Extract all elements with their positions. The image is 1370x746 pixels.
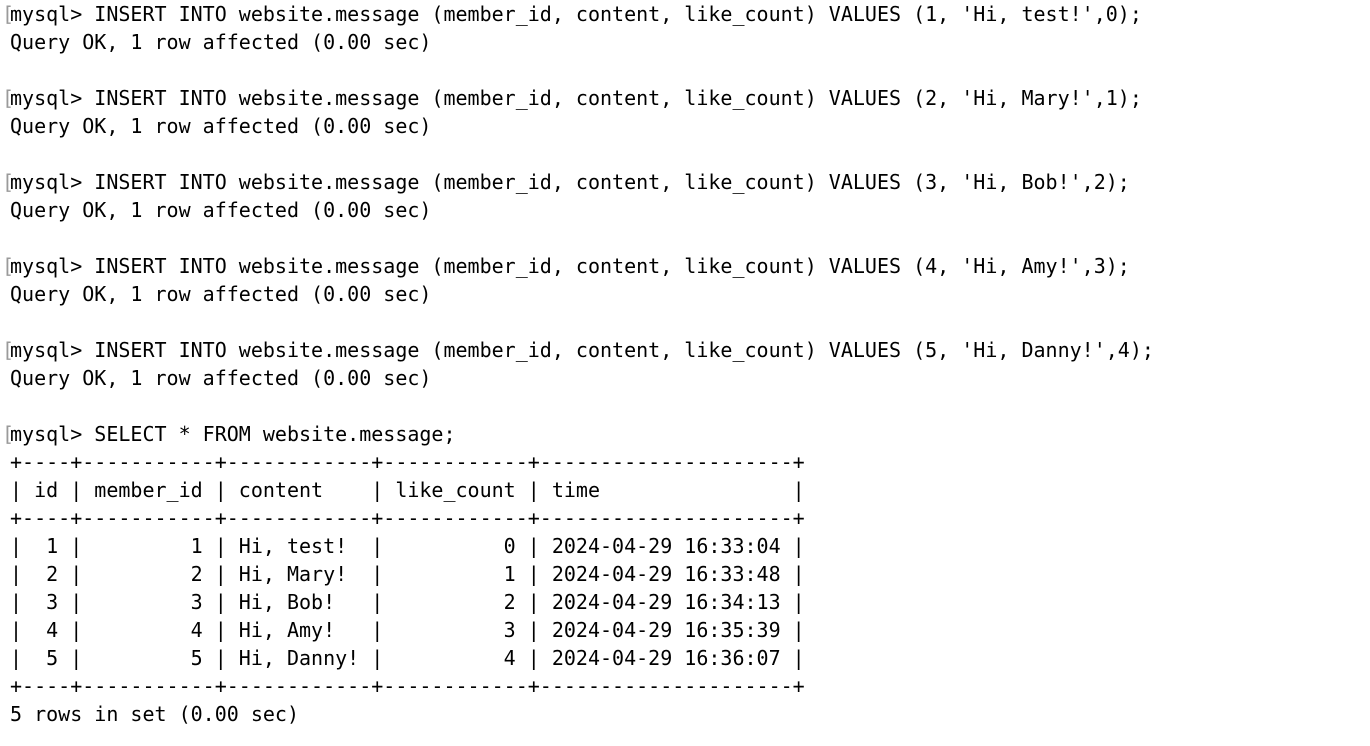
command-output: Query OK, 1 row affected (0.00 sec) bbox=[10, 30, 432, 54]
command-line: [mysql> INSERT INTO website.message (mem… bbox=[2, 84, 1370, 112]
table-border: +----+-----------+------------+---------… bbox=[10, 506, 805, 530]
command-output: Query OK, 1 row affected (0.00 sec) bbox=[10, 282, 432, 306]
command-text: mysql> SELECT * FROM website.message; bbox=[10, 422, 456, 446]
table-border: +----+-----------+------------+---------… bbox=[10, 674, 805, 698]
table-header-row: | id | member_id | content | like_count … bbox=[10, 478, 805, 502]
command-output: Query OK, 1 row affected (0.00 sec) bbox=[10, 366, 432, 390]
command-block-insert-3: [mysql> INSERT INTO website.message (mem… bbox=[2, 168, 1370, 252]
table-row: | 4 | 4 | Hi, Amy! | 3 | 2024-04-29 16:3… bbox=[10, 618, 805, 642]
prompt-bracket: [ bbox=[2, 86, 15, 110]
table-border: +----+-----------+------------+---------… bbox=[10, 450, 805, 474]
command-line: [mysql> INSERT INTO website.message (mem… bbox=[2, 0, 1370, 28]
command-output: Query OK, 1 row affected (0.00 sec) bbox=[10, 198, 432, 222]
terminal-window[interactable]: [mysql> INSERT INTO website.message (mem… bbox=[0, 0, 1370, 746]
table-row: | 1 | 1 | Hi, test! | 0 | 2024-04-29 16:… bbox=[10, 534, 805, 558]
prompt-bracket: [ bbox=[2, 254, 15, 278]
command-block-insert-1: [mysql> INSERT INTO website.message (mem… bbox=[2, 0, 1370, 84]
command-text: mysql> INSERT INTO website.message (memb… bbox=[10, 170, 1130, 194]
command-line: [mysql> INSERT INTO website.message (mem… bbox=[2, 336, 1370, 364]
command-line: [mysql> SELECT * FROM website.message; bbox=[2, 420, 1370, 448]
command-line: [mysql> INSERT INTO website.message (mem… bbox=[2, 252, 1370, 280]
command-line: [mysql> INSERT INTO website.message (mem… bbox=[2, 168, 1370, 196]
prompt-bracket: [ bbox=[2, 338, 15, 362]
command-block-insert-5: [mysql> INSERT INTO website.message (mem… bbox=[2, 336, 1370, 420]
command-text: mysql> INSERT INTO website.message (memb… bbox=[10, 2, 1142, 26]
command-text: mysql> INSERT INTO website.message (memb… bbox=[10, 254, 1130, 278]
table-row: | 2 | 2 | Hi, Mary! | 1 | 2024-04-29 16:… bbox=[10, 562, 805, 586]
command-text: mysql> INSERT INTO website.message (memb… bbox=[10, 86, 1142, 110]
prompt-bracket: [ bbox=[2, 170, 15, 194]
command-output: Query OK, 1 row affected (0.00 sec) bbox=[10, 114, 432, 138]
command-block-insert-4: [mysql> INSERT INTO website.message (mem… bbox=[2, 252, 1370, 336]
table-row: | 3 | 3 | Hi, Bob! | 2 | 2024-04-29 16:3… bbox=[10, 590, 805, 614]
result-summary: 5 rows in set (0.00 sec) bbox=[10, 702, 299, 726]
prompt-bracket: [ bbox=[2, 2, 15, 26]
table-row: | 5 | 5 | Hi, Danny! | 4 | 2024-04-29 16… bbox=[10, 646, 805, 670]
command-text: mysql> INSERT INTO website.message (memb… bbox=[10, 338, 1154, 362]
command-block-insert-2: [mysql> INSERT INTO website.message (mem… bbox=[2, 84, 1370, 168]
prompt-bracket: [ bbox=[2, 422, 15, 446]
command-block-select: [mysql> SELECT * FROM website.message; +… bbox=[2, 420, 1370, 728]
result-table: +----+-----------+------------+---------… bbox=[10, 448, 1370, 700]
